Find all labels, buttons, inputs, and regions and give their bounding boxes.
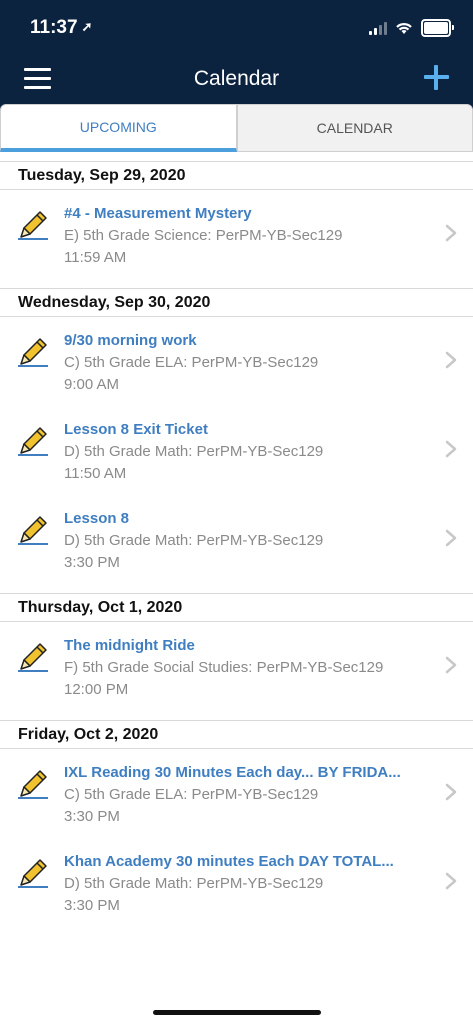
day-header: Thursday, Oct 1, 2020 [0, 593, 473, 622]
event-title: Khan Academy 30 minutes Each DAY TOTAL..… [64, 853, 394, 870]
pencil-assignment-icon [16, 854, 50, 888]
day-header: Friday, Oct 2, 2020 [0, 720, 473, 749]
view-tabs: UPCOMING CALENDAR [0, 104, 473, 152]
chevron-right-icon [445, 529, 457, 547]
event-time: 3:30 PM [64, 554, 120, 571]
upcoming-list: Tuesday, Sep 29, 2020 #4 - Measurement My… [0, 152, 473, 927]
pencil-assignment-icon [16, 206, 50, 240]
event-course: C) 5th Grade ELA: PerPM-YB-Sec129 [64, 354, 319, 371]
chevron-right-icon [445, 351, 457, 369]
status-icons [369, 19, 454, 37]
pencil-assignment-icon [16, 333, 50, 367]
event-time: 3:30 PM [64, 808, 120, 825]
event-course: D) 5th Grade Math: PerPM-YB-Sec129 [64, 532, 324, 549]
event-time: 9:00 AM [64, 376, 120, 393]
battery-icon [421, 19, 454, 37]
event-title: The midnight Ride [64, 637, 195, 654]
event-row[interactable]: Khan Academy 30 minutes Each DAY TOTAL..… [0, 838, 473, 927]
location-arrow-icon: ➚ [81, 19, 93, 34]
event-title: 9/30 morning work [64, 332, 197, 349]
event-row[interactable]: #4 - Measurement Mystery E) 5th Grade Sci… [0, 190, 473, 279]
clock-text: 11:37 [30, 17, 78, 38]
event-row[interactable]: 9/30 morning work C) 5th Grade ELA: PerPM… [0, 317, 473, 406]
event-course: D) 5th Grade Math: PerPM-YB-Sec129 [64, 875, 324, 892]
event-course: F) 5th Grade Social Studies: PerPM-YB-Se… [64, 659, 384, 676]
tab-calendar[interactable]: CALENDAR [236, 104, 473, 152]
chevron-right-icon [445, 440, 457, 458]
event-time: 11:59 AM [64, 249, 127, 266]
event-row[interactable]: Lesson 8 D) 5th Grade Math: PerPM-YB-Sec1… [0, 495, 473, 584]
event-row[interactable]: The midnight Ride F) 5th Grade Social Stu… [0, 622, 473, 711]
event-course: C) 5th Grade ELA: PerPM-YB-Sec129 [64, 786, 319, 803]
chevron-right-icon [445, 656, 457, 674]
event-course: E) 5th Grade Science: PerPM-YB-Sec129 [64, 227, 343, 244]
event-title: #4 - Measurement Mystery [64, 205, 252, 222]
wifi-icon [396, 23, 412, 34]
chevron-right-icon [445, 872, 457, 890]
cellular-signal-icon [369, 21, 387, 35]
day-gap [0, 711, 473, 720]
pencil-assignment-icon [16, 638, 50, 672]
event-title: IXL Reading 30 Minutes Each day... BY FR… [64, 764, 401, 781]
event-title: Lesson 8 [64, 510, 130, 527]
pencil-assignment-icon [16, 765, 50, 799]
event-row[interactable]: Lesson 8 Exit Ticket D) 5th Grade Math: P… [0, 406, 473, 495]
day-gap [0, 152, 473, 161]
day-header: Wednesday, Sep 30, 2020 [0, 288, 473, 317]
event-time: 11:50 AM [64, 465, 127, 482]
add-event-button[interactable] [421, 62, 451, 92]
event-title: Lesson 8 Exit Ticket [64, 421, 208, 438]
event-time: 3:30 PM [64, 897, 120, 914]
event-course: D) 5th Grade Math: PerPM-YB-Sec129 [64, 443, 324, 460]
pencil-assignment-icon [16, 511, 50, 545]
home-indicator[interactable] [153, 1010, 321, 1015]
chevron-right-icon [445, 783, 457, 801]
event-time: 12:00 PM [64, 681, 129, 698]
page-title: Calendar [193, 67, 280, 90]
day-header: Tuesday, Sep 29, 2020 [0, 161, 473, 190]
pencil-assignment-icon [16, 422, 50, 456]
day-gap [0, 279, 473, 288]
event-row[interactable]: IXL Reading 30 Minutes Each day... BY FR… [0, 749, 473, 838]
status-time: 11:37 ➚ [30, 17, 92, 39]
day-gap [0, 584, 473, 593]
tab-upcoming[interactable]: UPCOMING [0, 104, 237, 152]
chevron-right-icon [445, 224, 457, 242]
top-bar: 11:37 ➚ Calendar [0, 0, 473, 104]
